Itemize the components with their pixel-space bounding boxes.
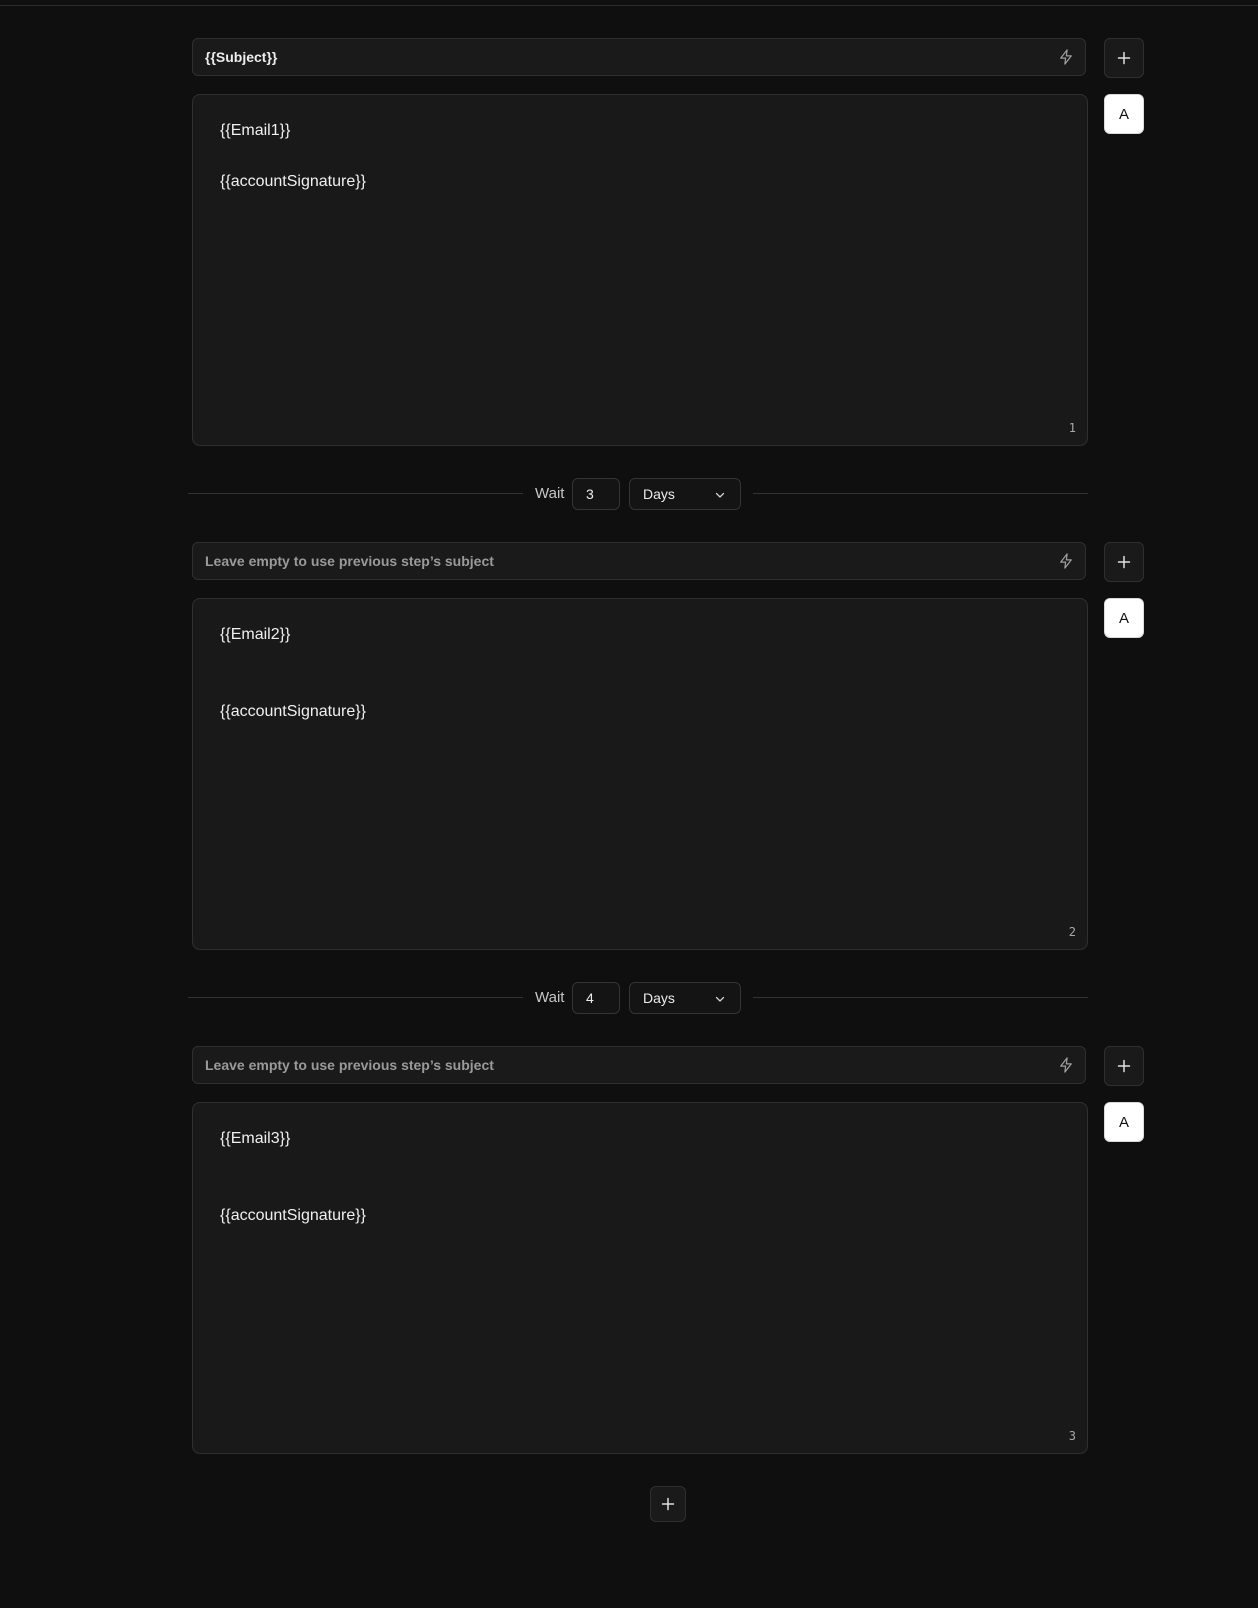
body-line: {{accountSignature}} <box>220 1207 366 1224</box>
email-body-editor[interactable]: {{Email3}} {{accountSignature}} 3 <box>192 1102 1088 1454</box>
divider-line <box>753 493 1088 494</box>
bolt-icon[interactable] <box>1057 48 1075 66</box>
wait-label: Wait <box>535 989 565 1006</box>
body-line: {{accountSignature}} <box>220 703 366 720</box>
font-format-button[interactable]: A <box>1104 1102 1144 1142</box>
subject-field[interactable] <box>192 542 1086 580</box>
email-body-editor[interactable]: {{Email2}} {{accountSignature}} 2 <box>192 598 1088 950</box>
body-line: {{Email2}} <box>220 626 291 643</box>
sequence-editor: {{Email1}} {{accountSignature}} 1 A Wait… <box>0 0 1258 1608</box>
plus-icon <box>661 1497 675 1511</box>
divider-line <box>753 997 1088 998</box>
subject-field[interactable] <box>192 38 1086 76</box>
subject-row <box>192 38 1144 78</box>
divider-line <box>188 493 523 494</box>
plus-icon <box>1117 1059 1131 1073</box>
add-variable-button[interactable] <box>1104 1046 1144 1086</box>
font-format-button[interactable]: A <box>1104 94 1144 134</box>
body-line: {{Email3}} <box>220 1130 291 1147</box>
add-variable-button[interactable] <box>1104 38 1144 78</box>
subject-input[interactable] <box>205 39 1045 75</box>
top-divider <box>0 5 1258 6</box>
subject-input[interactable] <box>205 1047 1045 1083</box>
chevron-down-icon <box>715 492 725 498</box>
wait-unit-select[interactable]: Days <box>629 982 741 1014</box>
bolt-icon[interactable] <box>1057 1056 1075 1074</box>
email-body-editor[interactable]: {{Email1}} {{accountSignature}} 1 <box>192 94 1088 446</box>
wait-row-2: Wait Days <box>188 982 1088 1014</box>
wait-duration-input[interactable] <box>572 982 620 1014</box>
wait-row-1: Wait Days <box>188 478 1088 510</box>
step-number: 3 <box>1068 1429 1076 1443</box>
wait-duration-input[interactable] <box>572 478 620 510</box>
wait-unit-label: Days <box>643 990 675 1006</box>
divider-line <box>188 997 523 998</box>
wait-unit-label: Days <box>643 486 675 502</box>
bolt-icon[interactable] <box>1057 552 1075 570</box>
plus-icon <box>1117 51 1131 65</box>
wait-unit-select[interactable]: Days <box>629 478 741 510</box>
step-number: 2 <box>1068 925 1076 939</box>
subject-row <box>192 1046 1144 1086</box>
step-number: 1 <box>1068 421 1076 435</box>
body-line: {{Email1}} <box>220 122 291 139</box>
chevron-down-icon <box>715 996 725 1002</box>
subject-row <box>192 542 1144 582</box>
subject-field[interactable] <box>192 1046 1086 1084</box>
subject-input[interactable] <box>205 543 1045 579</box>
body-line: {{accountSignature}} <box>220 173 366 190</box>
wait-label: Wait <box>535 485 565 502</box>
font-format-button[interactable]: A <box>1104 598 1144 638</box>
add-variable-button[interactable] <box>1104 542 1144 582</box>
add-step-button[interactable] <box>650 1486 686 1522</box>
plus-icon <box>1117 555 1131 569</box>
